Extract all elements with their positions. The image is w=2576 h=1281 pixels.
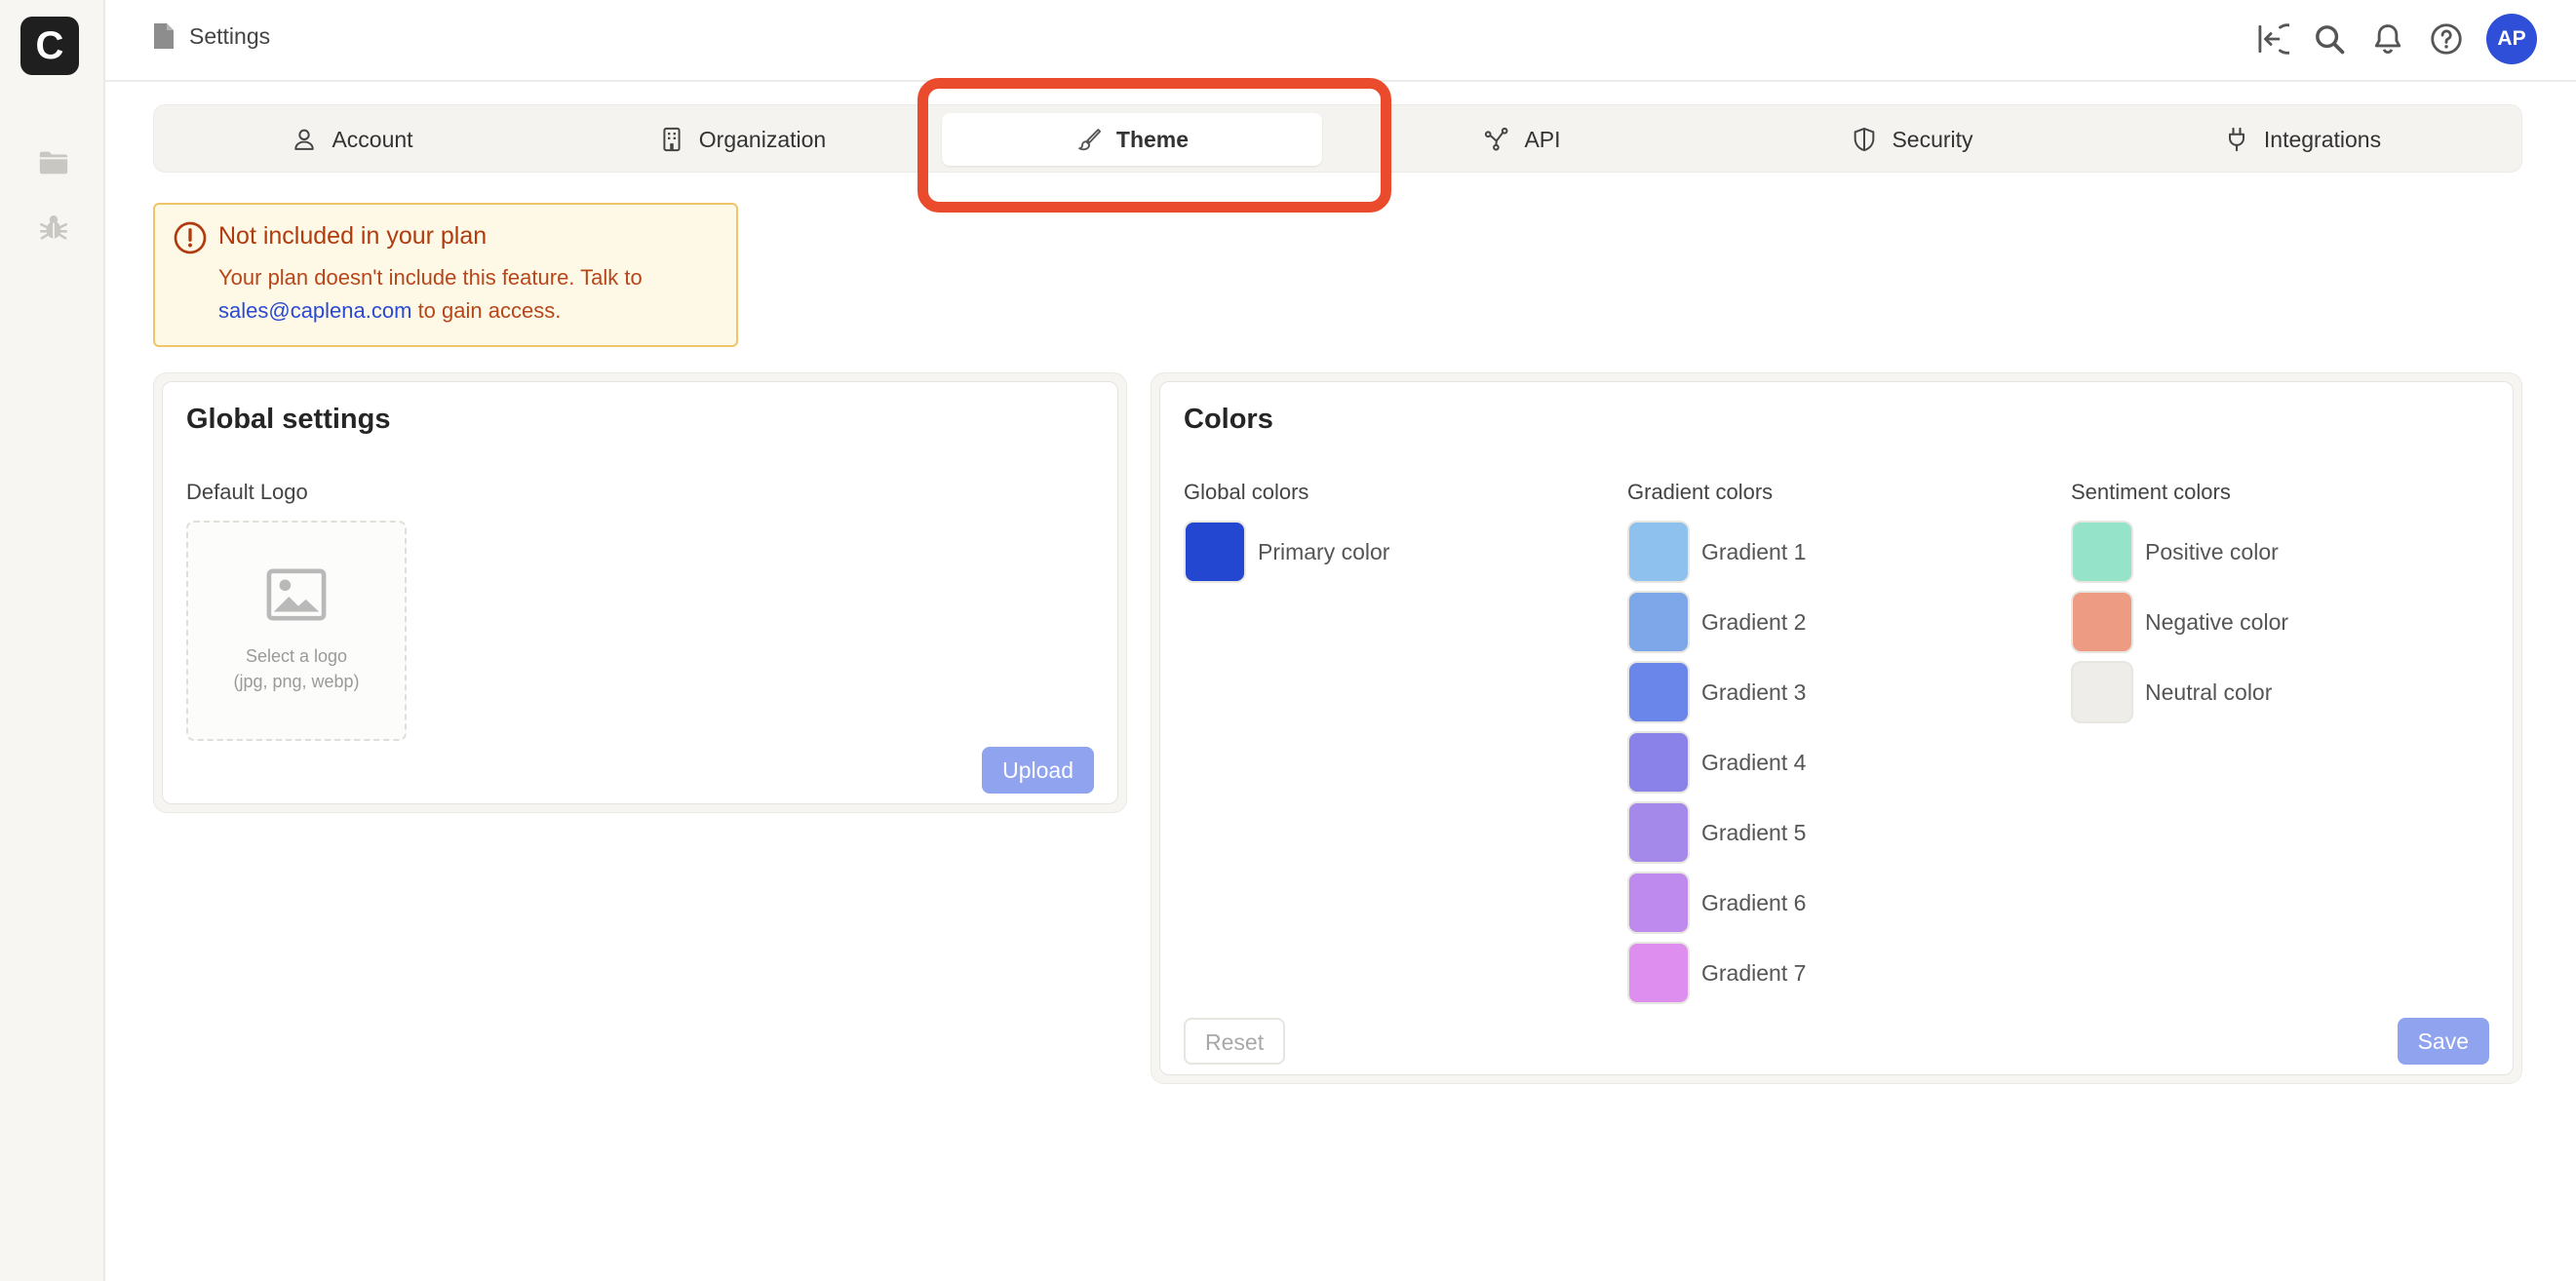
top-actions: AP (2252, 14, 2537, 64)
building-icon (663, 127, 681, 152)
breadcrumb: Settings (152, 21, 270, 51)
reset-button[interactable]: Reset (1184, 1018, 1286, 1065)
color-label: Negative color (2145, 608, 2289, 635)
default-logo-label: Default Logo (186, 480, 308, 504)
plan-alert: Not included in your plan Your plan does… (153, 203, 738, 347)
sentiment-colors-heading: Sentiment colors (2071, 480, 2231, 504)
tab-theme-label: Theme (1115, 126, 1190, 152)
alert-text-suffix: to gain access. (417, 298, 562, 323)
tab-integrations-label: Integrations (2263, 126, 2382, 152)
color-item-gradient-3[interactable]: Gradient 3 (1627, 661, 1806, 723)
color-swatch[interactable] (1627, 872, 1690, 934)
sales-email-link[interactable]: sales@caplena.com (218, 298, 411, 323)
color-item-gradient-4[interactable]: Gradient 4 (1627, 731, 1806, 794)
color-item-gradient-2[interactable]: Gradient 2 (1627, 591, 1806, 653)
logo-dropzone[interactable]: Select a logo (jpg, png, webp) (186, 521, 407, 741)
color-swatch[interactable] (2071, 591, 2133, 653)
collapse-back-icon[interactable] (2252, 20, 2289, 58)
alert-body: Your plan doesn't include this feature. … (218, 261, 716, 328)
image-icon (266, 568, 327, 621)
global-colors-heading: Global colors (1184, 480, 1309, 504)
app-root: C Settings AP Account Organization Theme… (0, 0, 2576, 1281)
color-swatch[interactable] (1627, 591, 1690, 653)
tab-security[interactable]: Security (1722, 113, 2102, 166)
color-label: Gradient 1 (1701, 538, 1807, 564)
page-title: Settings (189, 22, 271, 49)
color-item-gradient-7[interactable]: Gradient 7 (1627, 942, 1806, 1004)
folder-icon[interactable] (37, 146, 70, 179)
color-item-gradient-5[interactable]: Gradient 5 (1627, 801, 1806, 864)
top-bar: Settings AP (105, 0, 2576, 82)
tab-account[interactable]: Account (162, 113, 542, 166)
help-icon[interactable] (2428, 20, 2465, 58)
color-label: Neutral color (2145, 679, 2273, 705)
color-item-primary[interactable]: Primary color (1184, 521, 1389, 583)
global-settings-card: Global settings Default Logo Select a lo… (162, 381, 1118, 804)
dropzone-line-1: Select a logo (245, 646, 348, 666)
network-icon (1485, 127, 1508, 151)
tab-api[interactable]: API (1332, 113, 1712, 166)
color-swatch[interactable] (1627, 661, 1690, 723)
color-label: Gradient 6 (1701, 889, 1807, 915)
tab-organization-label: Organization (698, 126, 827, 152)
color-label: Primary color (1258, 538, 1390, 564)
dropzone-line-2: (jpg, png, webp) (233, 672, 360, 691)
brush-icon (1078, 129, 1101, 151)
global-settings-panel: Global settings Default Logo Select a lo… (153, 372, 1127, 813)
bug-icon[interactable] (37, 211, 70, 244)
color-item-gradient-1[interactable]: Gradient 1 (1627, 521, 1806, 583)
color-swatch[interactable] (1627, 801, 1690, 864)
warning-icon (174, 221, 207, 254)
color-label: Positive color (2145, 538, 2279, 564)
tab-security-label: Security (1892, 126, 1973, 152)
color-swatch[interactable] (1627, 731, 1690, 794)
color-item-negative[interactable]: Negative color (2071, 591, 2288, 653)
logo-dropzone-text: Select a logo (jpg, png, webp) (188, 643, 405, 694)
avatar[interactable]: AP (2486, 14, 2537, 64)
bell-icon[interactable] (2369, 20, 2406, 58)
color-label: Gradient 2 (1701, 608, 1807, 635)
color-label: Gradient 4 (1701, 749, 1807, 775)
tab-integrations[interactable]: Integrations (2112, 113, 2492, 166)
document-icon (154, 23, 174, 49)
color-swatch[interactable] (2071, 661, 2133, 723)
settings-tabs: Account Organization Theme API Security … (153, 104, 2522, 173)
shield-icon (1854, 127, 1875, 152)
color-label: Gradient 5 (1701, 819, 1807, 845)
side-rail: C (0, 0, 105, 1281)
colors-title: Colors (1184, 404, 1273, 435)
alert-title: Not included in your plan (218, 222, 488, 250)
tab-api-label: API (1524, 126, 1561, 152)
app-logo[interactable]: C (20, 17, 79, 75)
tab-account-label: Account (332, 126, 413, 152)
color-swatch[interactable] (1184, 521, 1246, 583)
colors-panel: Colors Global colors Primary color Gradi… (1151, 372, 2522, 1084)
tab-organization[interactable]: Organization (552, 113, 932, 166)
color-item-positive[interactable]: Positive color (2071, 521, 2279, 583)
search-icon[interactable] (2311, 20, 2348, 58)
global-settings-title: Global settings (186, 404, 391, 435)
plug-icon (2228, 127, 2244, 152)
color-item-gradient-6[interactable]: Gradient 6 (1627, 872, 1806, 934)
tab-theme[interactable]: Theme (942, 113, 1322, 166)
color-swatch[interactable] (2071, 521, 2133, 583)
color-item-neutral[interactable]: Neutral color (2071, 661, 2272, 723)
save-button[interactable]: Save (2397, 1018, 2489, 1065)
upload-button[interactable]: Upload (982, 747, 1094, 794)
color-swatch[interactable] (1627, 521, 1690, 583)
alert-text-prefix: Your plan doesn't include this feature. … (218, 265, 643, 290)
gradient-colors-heading: Gradient colors (1627, 480, 1774, 504)
color-swatch[interactable] (1627, 942, 1690, 1004)
color-label: Gradient 3 (1701, 679, 1807, 705)
color-label: Gradient 7 (1701, 959, 1807, 986)
colors-card: Colors Global colors Primary color Gradi… (1159, 381, 2514, 1075)
user-icon (294, 129, 315, 150)
